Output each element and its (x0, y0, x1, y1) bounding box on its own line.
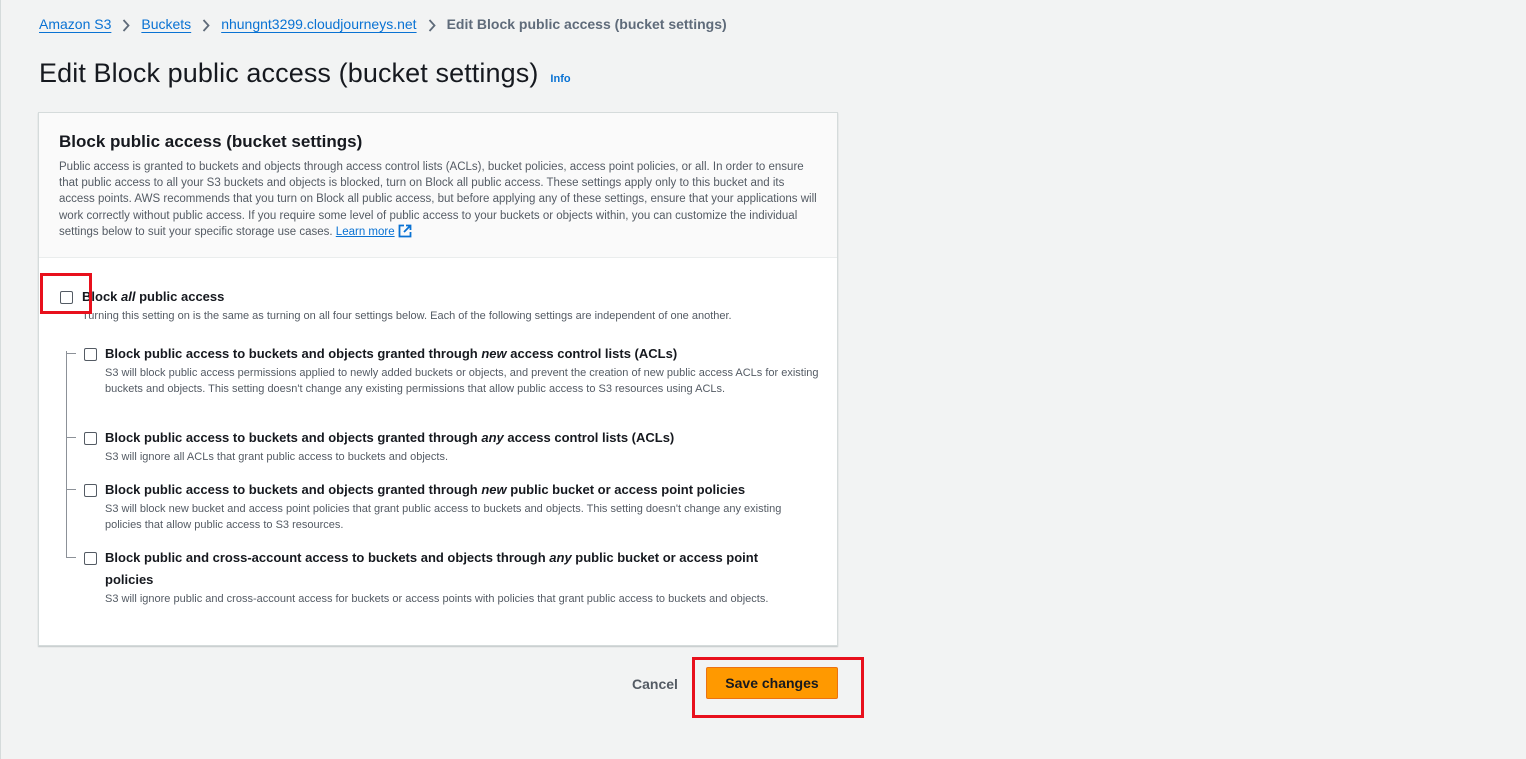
page-title: Edit Block public access (bucket setting… (39, 58, 539, 88)
block-new-acls-checkbox[interactable] (84, 348, 97, 361)
chevron-right-icon (417, 16, 447, 32)
learn-more-link[interactable]: Learn more (336, 226, 395, 238)
block-all-checkbox[interactable] (60, 291, 73, 304)
setting-label-post: access control lists (ACLs) (503, 430, 675, 445)
tree-line (66, 351, 67, 558)
block-public-access-panel: Block public access (bucket settings) Pu… (38, 112, 838, 646)
setting-label-em: any (549, 550, 572, 565)
block-new-acls-description: S3 will block public access permissions … (105, 367, 819, 396)
block-all-label-em: all (121, 289, 136, 304)
setting-label-em: new (481, 482, 507, 497)
cancel-button[interactable]: Cancel (622, 670, 688, 698)
page-header: Edit Block public access (bucket setting… (39, 58, 571, 89)
block-new-acls-label: Block public access to buckets and objec… (105, 343, 677, 365)
page-edge (0, 0, 1, 759)
block-any-policies-label: Block public and cross-account access to… (105, 547, 805, 591)
panel-description: Public access is granted to buckets and … (59, 159, 817, 243)
setting-label-pre: Block public and cross-account access to… (105, 550, 550, 565)
panel-header: Block public access (bucket settings) Pu… (39, 113, 837, 258)
block-any-acls-description: S3 will ignore all ACLs that grant publi… (105, 451, 449, 463)
panel-description-text: Public access is granted to buckets and … (59, 161, 817, 238)
breadcrumb-bucket-name[interactable]: nhungnt3299.cloudjourneys.net (221, 16, 416, 32)
setting-label-em: new (481, 346, 507, 361)
block-new-policies-label: Block public access to buckets and objec… (105, 479, 745, 501)
block-any-acls-checkbox[interactable] (84, 432, 97, 445)
setting-label-pre: Block public access to buckets and objec… (105, 346, 482, 361)
block-new-policies-description: S3 will block new bucket and access poin… (105, 503, 782, 532)
learn-more-label: Learn more (335, 225, 395, 238)
block-any-policies-description: S3 will ignore public and cross-account … (105, 593, 769, 605)
chevron-right-icon (111, 16, 141, 32)
breadcrumb-amazon-s3[interactable]: Amazon S3 (39, 16, 111, 32)
chevron-right-icon (191, 16, 221, 32)
tree-branch (66, 353, 76, 354)
tree-branch (66, 437, 76, 438)
setting-label-em: any (481, 430, 504, 445)
breadcrumb-current: Edit Block public access (bucket setting… (446, 16, 727, 32)
breadcrumb-buckets[interactable]: Buckets (141, 16, 191, 32)
external-link-icon[interactable] (398, 224, 412, 243)
panel-title: Block public access (bucket settings) (59, 132, 363, 151)
tree-branch (66, 489, 76, 490)
setting-label-pre: Block public access to buckets and objec… (105, 482, 482, 497)
tree-branch (66, 557, 76, 558)
block-all-description: Turning this setting on is the same as t… (82, 310, 732, 322)
setting-label-pre: Block public access to buckets and objec… (105, 430, 482, 445)
setting-label-post: access control lists (ACLs) (506, 346, 678, 361)
block-all-label-pre: Block (82, 289, 122, 304)
block-any-acls-label: Block public access to buckets and objec… (105, 427, 674, 449)
block-all-label-post: public access (135, 289, 225, 304)
block-new-policies-checkbox[interactable] (84, 484, 97, 497)
save-changes-button[interactable]: Save changes (706, 667, 838, 699)
info-link[interactable]: Info (550, 73, 570, 85)
block-all-label: Block all public access (82, 286, 224, 308)
block-any-policies-checkbox[interactable] (84, 552, 97, 565)
breadcrumb: Amazon S3 Buckets nhungnt3299.cloudjourn… (39, 14, 727, 34)
setting-label-post: public bucket or access point policies (506, 482, 746, 497)
